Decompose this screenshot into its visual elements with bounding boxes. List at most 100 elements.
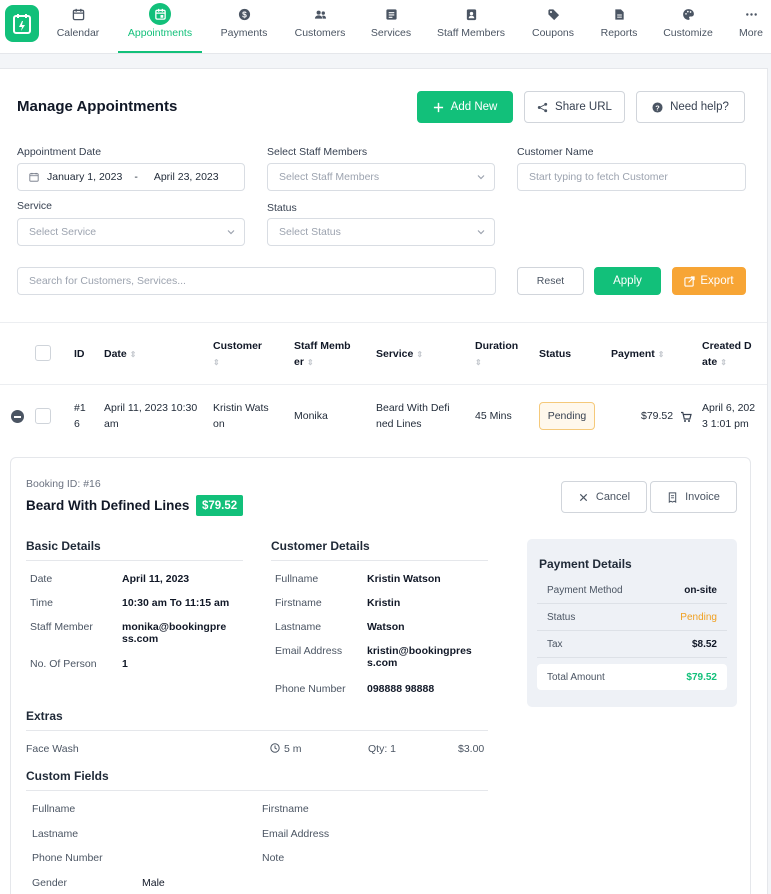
payment-status-row: Status Pending [537, 605, 727, 631]
cell-customer: Kristin Wats on [213, 400, 269, 432]
nav-appointments[interactable]: Appointments [118, 0, 202, 54]
custom-phone-label: Phone Number [32, 852, 103, 864]
custom-gender-label: Gender [32, 877, 68, 889]
payment-tax-label: Tax [547, 639, 563, 650]
invoice-button[interactable]: Invoice [650, 481, 737, 513]
payment-total-value: $79.52 [686, 671, 717, 683]
cell-id: #1 6 [74, 400, 86, 432]
col-status: Status [539, 346, 571, 362]
search-input[interactable]: Search for Customers, Services... [17, 267, 496, 295]
payment-total-label: Total Amount [547, 671, 605, 683]
payment-tax-row: Tax $8.52 [537, 632, 727, 658]
nav-payments[interactable]: $ Payments [214, 0, 274, 54]
add-new-button[interactable]: Add New [417, 91, 513, 123]
select-all-checkbox[interactable] [35, 345, 51, 361]
custom-gender-value: Male [142, 877, 165, 889]
staff-icon [463, 6, 479, 22]
col-service[interactable]: Service ⇕ [376, 346, 423, 363]
custom-firstname-label: Firstname [262, 803, 309, 815]
col-service-label: Service [376, 348, 414, 360]
customer-email-value: kristin@bookingpres s.com [367, 645, 472, 669]
nav-customers[interactable]: Customers [288, 0, 352, 54]
status-badge[interactable]: Pending [539, 402, 595, 430]
col-date-label: Date [104, 348, 127, 360]
export-button[interactable]: Export [672, 267, 746, 295]
status-select[interactable]: Select Status [267, 218, 495, 246]
export-label: Export [700, 275, 734, 287]
nav-staff-members[interactable]: Staff Members [433, 0, 509, 54]
extra-qty: Qty: 1 [368, 743, 397, 755]
col-id: ID [74, 346, 85, 362]
nav-coupons[interactable]: Coupons [527, 0, 579, 54]
basic-staff-label: Staff Member [30, 621, 93, 633]
col-customer[interactable]: Customer ⇕ [213, 338, 262, 371]
cell-created-date: April 6, 202 3 1:01 pm [702, 400, 755, 432]
col-staff-member[interactable]: Staff Memb er ⇕ [294, 338, 351, 371]
collapse-row-icon[interactable] [11, 410, 24, 423]
basic-date-label: Date [30, 573, 53, 585]
cell-customer-line-2: on [213, 418, 225, 430]
nav-customize[interactable]: Customize [659, 0, 717, 54]
booking-price-badge: $79.52 [196, 495, 244, 516]
sort-icon: ⇕ [416, 350, 424, 359]
basic-persons-value: 1 [122, 658, 128, 670]
customer-name-input[interactable]: Start typing to fetch Customer [517, 163, 746, 191]
col-payment[interactable]: Payment ⇕ [611, 346, 664, 363]
payment-tax-value: $8.52 [691, 639, 717, 650]
app-logo[interactable] [5, 5, 39, 42]
basic-details-title: Basic Details [26, 539, 243, 561]
col-staff-label-2: er [294, 356, 304, 368]
payment-status-label: Status [547, 612, 576, 623]
custom-fields-title: Custom Fields [26, 769, 488, 791]
apply-button[interactable]: Apply [594, 267, 661, 295]
page-title: Manage Appointments [17, 98, 178, 115]
cell-id-line-2: 6 [74, 418, 80, 430]
nav-services[interactable]: Services [366, 0, 416, 54]
need-help-button[interactable]: ? Need help? [636, 91, 745, 123]
reset-button[interactable]: Reset [517, 267, 584, 295]
share-url-button[interactable]: Share URL [524, 91, 625, 123]
chevron-down-icon [477, 230, 485, 235]
payment-total-row: Total Amount $79.52 [537, 664, 727, 690]
col-created-date[interactable]: Created D ate ⇕ [702, 338, 752, 371]
appointments-panel: Manage Appointments Add New Share URL ? … [0, 68, 768, 894]
payment-method-label: Payment Method [547, 585, 623, 596]
customer-name-label: Customer Name [517, 146, 594, 158]
cell-customer-line-1: Kristin Wats [213, 402, 269, 414]
cell-id-line-1: #1 [74, 402, 86, 414]
basic-date-value: April 11, 2023 [122, 573, 190, 585]
col-date[interactable]: Date ⇕ [104, 346, 136, 363]
sort-icon: ⇕ [306, 358, 314, 367]
col-duration[interactable]: Duration ⇕ [475, 338, 518, 371]
cell-staff: Monika [294, 410, 328, 422]
users-icon [312, 6, 328, 22]
calendar-logo-icon [13, 13, 31, 34]
svg-text:$: $ [242, 9, 247, 19]
basic-persons-label: No. Of Person [30, 658, 97, 670]
sort-icon: ⇕ [720, 358, 727, 367]
cancel-booking-button[interactable]: Cancel [561, 481, 647, 513]
invoice-label: Invoice [685, 491, 720, 503]
extra-duration: 5 m [284, 743, 302, 755]
extra-price: $3.00 [458, 743, 485, 755]
nav-reports[interactable]: Reports [597, 0, 641, 54]
nav-more[interactable]: More [734, 0, 768, 54]
appointment-date-range[interactable]: January 1, 2023 - April 23, 2023 [17, 163, 245, 191]
share-url-label: Share URL [555, 101, 612, 113]
staff-select[interactable]: Select Staff Members [267, 163, 495, 191]
nav-label: Customize [663, 27, 713, 39]
table-row[interactable]: #1 6 April 11, 2023 10:30 am Kristin Wats o… [0, 385, 767, 453]
service-filter-label: Service [17, 200, 53, 212]
nav-label: Appointments [127, 27, 193, 39]
cell-date-line-1: April 11, 2023 10:30 [104, 402, 198, 414]
search-placeholder: Search for Customers, Services... [29, 275, 186, 287]
service-select-placeholder: Select Service [29, 226, 97, 238]
nav-calendar[interactable]: Calendar [52, 0, 104, 54]
row-checkbox[interactable] [35, 408, 51, 424]
nav-label: Coupons [531, 27, 575, 39]
tag-icon [545, 6, 561, 22]
cell-payment: $79.52 [641, 410, 674, 422]
nav-label: Reports [600, 27, 638, 39]
service-select[interactable]: Select Service [17, 218, 245, 246]
clock-icon [270, 743, 280, 753]
